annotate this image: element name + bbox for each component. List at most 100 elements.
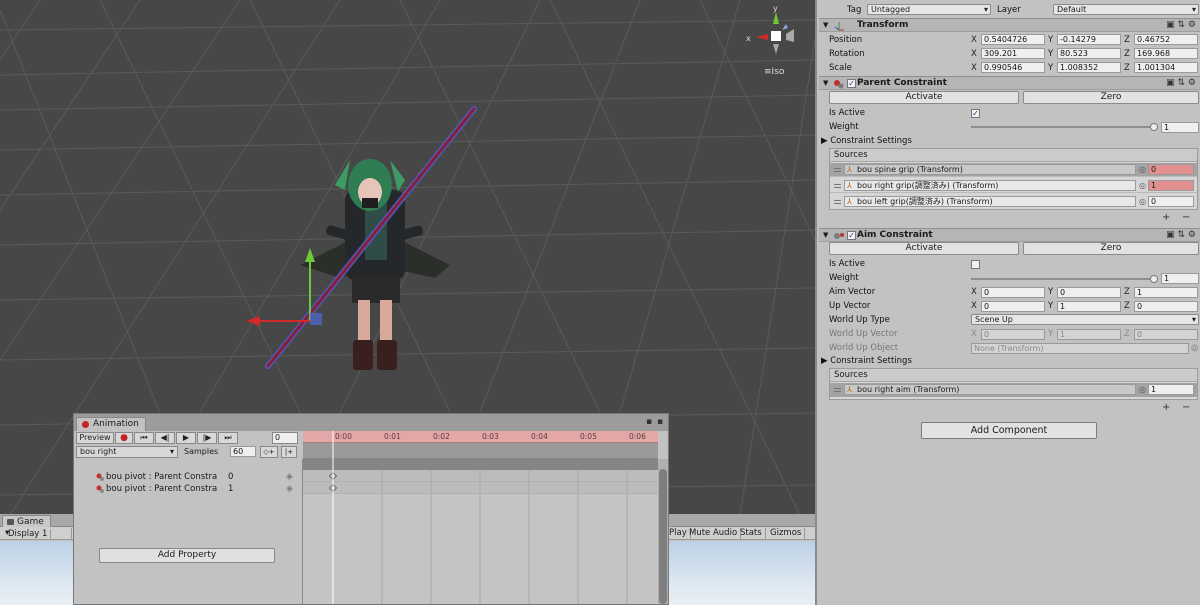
scale-x-field[interactable]: 0.990546 (981, 62, 1045, 73)
add-property-button[interactable]: Add Property (99, 548, 275, 563)
aim-is-active-checkbox[interactable] (971, 260, 980, 269)
display-dropdown[interactable]: Display 1 ▾ (2, 528, 72, 540)
position-z-field[interactable]: 0.46752 (1134, 34, 1198, 45)
time-ruler[interactable]: 0:00 0:01 0:02 0:03 0:04 0:05 0:06 (303, 431, 658, 443)
source-row[interactable]: bou right aim (Transform) ◎ 1 (830, 383, 1197, 397)
drag-handle-icon[interactable] (834, 184, 841, 188)
transform-header[interactable]: ▼ Transform ▣ ⇅ ⚙ (819, 18, 1200, 32)
event-lane[interactable] (303, 443, 658, 458)
aim-remove-source-icon[interactable]: − (1182, 402, 1190, 413)
gizmo-x-cone[interactable] (756, 34, 768, 40)
animation-window[interactable]: Animation ▪ ▪ Preview ● ⏮ ◀| ▶ |▶ ⏭ 0 bo… (73, 413, 669, 605)
samples-field[interactable]: 60 (230, 446, 256, 457)
summary-lane[interactable] (303, 458, 658, 470)
source-weight-field[interactable]: 1 (1148, 180, 1194, 191)
weight-slider-knob[interactable] (1150, 123, 1158, 131)
up-vector-x-field[interactable]: 0 (981, 301, 1045, 312)
gizmo-neg-y-cone[interactable] (773, 44, 779, 54)
up-vector-z-field[interactable]: 0 (1134, 301, 1198, 312)
gizmo-z-cone[interactable] (782, 24, 788, 30)
keyframe-area[interactable] (303, 470, 658, 604)
orientation-gizmo[interactable]: y x (742, 4, 802, 62)
staff[interactable] (266, 107, 476, 368)
inspector-panel[interactable]: Tag Untagged Layer Default ▼ Transform ▣… (815, 0, 1200, 605)
aim-constraint-settings-foldout[interactable]: ▶ Constraint Settings (821, 355, 912, 367)
toolbar-mute-audio[interactable]: Mute Audio (686, 528, 742, 539)
source-object-field[interactable]: bou spine grip (Transform) (844, 164, 1136, 175)
rotation-y-field[interactable]: 80.523 (1057, 48, 1121, 59)
aim-add-source-icon[interactable]: + (1162, 402, 1170, 413)
play-icon[interactable]: ▶ (176, 432, 196, 444)
add-source-icon[interactable]: + (1162, 212, 1170, 223)
add-component-button[interactable]: Add Component (921, 422, 1097, 439)
expand-triangle-icon[interactable]: ▼ (823, 77, 828, 90)
rotation-x-field[interactable]: 309.201 (981, 48, 1045, 59)
zero-button[interactable]: Zero (1023, 91, 1199, 104)
remove-source-icon[interactable]: − (1182, 212, 1190, 223)
move-arrow-x-icon[interactable] (246, 316, 260, 326)
keyframe-diamond-icon[interactable]: ◈ (286, 483, 293, 495)
scene-character[interactable] (240, 100, 500, 390)
source-object-field[interactable]: bou right aim (Transform) (844, 384, 1136, 395)
scrollbar-thumb[interactable] (659, 469, 667, 604)
expand-triangle-icon[interactable]: ▼ (823, 229, 828, 242)
toolbar-gizmos[interactable]: Gizmos (767, 528, 806, 539)
object-picker-icon[interactable]: ◎ (1139, 385, 1146, 394)
gizmo-y-cone[interactable] (773, 12, 779, 24)
weight-slider-track[interactable] (971, 126, 1153, 128)
keyframe-diamond-icon[interactable]: ◈ (286, 471, 293, 483)
source-weight-field[interactable]: 0 (1148, 164, 1194, 175)
window-menu-icon[interactable]: ▪ (646, 417, 652, 427)
aim-weight-slider-track[interactable] (971, 278, 1153, 280)
record-button[interactable]: ● (115, 432, 133, 444)
aim-weight-slider-knob[interactable] (1150, 275, 1158, 283)
next-key-icon[interactable]: |▶ (197, 432, 217, 444)
add-keyframe-icon[interactable]: ◇+ (260, 446, 278, 458)
position-y-field[interactable]: -0.14279 (1057, 34, 1121, 45)
weight-field[interactable]: 1 (1161, 122, 1199, 133)
object-picker-icon[interactable]: ◎ (1139, 197, 1146, 206)
frame-field[interactable]: 0 (272, 432, 298, 444)
aim-zero-button[interactable]: Zero (1023, 242, 1199, 255)
move-plane-handle[interactable] (310, 313, 322, 325)
tab-animation[interactable]: Animation (76, 417, 146, 431)
component-menu-icon[interactable]: ▣ ⇅ ⚙ (1166, 20, 1196, 30)
move-arrow-y-icon[interactable] (305, 248, 315, 262)
preview-button[interactable]: Preview (76, 432, 114, 444)
aim-vector-z-field[interactable]: 1 (1134, 287, 1198, 298)
tag-dropdown[interactable]: Untagged (867, 4, 991, 15)
component-menu-icon[interactable]: ▣ ⇅ ⚙ (1166, 78, 1196, 88)
window-close-icon[interactable]: ▪ (657, 417, 663, 427)
activate-button[interactable]: Activate (829, 91, 1019, 104)
aim-activate-button[interactable]: Activate (829, 242, 1019, 255)
constraint-settings-foldout[interactable]: ▶ Constraint Settings (821, 135, 912, 147)
gizmo-neg-x-cone[interactable] (786, 29, 794, 42)
is-active-checkbox[interactable]: ✓ (971, 109, 980, 118)
drag-handle-icon[interactable] (834, 168, 841, 172)
add-event-icon[interactable]: |+ (281, 446, 297, 458)
up-vector-y-field[interactable]: 1 (1057, 301, 1121, 312)
component-menu-icon[interactable]: ▣ ⇅ ⚙ (1166, 230, 1196, 240)
last-key-icon[interactable]: ⏭ (218, 432, 238, 444)
aim-constraint-header[interactable]: ▼ ✓ Aim Constraint ▣ ⇅ ⚙ (819, 228, 1200, 242)
prev-key-icon[interactable]: ◀| (155, 432, 175, 444)
dopesheet[interactable]: 0:00 0:01 0:02 0:03 0:04 0:05 0:06 (303, 431, 658, 604)
source-row[interactable]: bou right grip(調整済み) (Transform) ◎ 1 (830, 179, 1197, 193)
source-weight-field[interactable]: 1 (1148, 384, 1194, 395)
object-picker-icon[interactable]: ◎ (1139, 181, 1146, 190)
source-row[interactable]: bou spine grip (Transform) ◎ 0 (830, 163, 1197, 177)
list-item[interactable]: bou pivot : Parent Constra 0 ◈ (74, 471, 303, 483)
rotation-z-field[interactable]: 169.968 (1134, 48, 1198, 59)
projection-label[interactable]: ≡Iso (764, 67, 784, 77)
position-x-field[interactable]: 0.5404726 (981, 34, 1045, 45)
source-object-field[interactable]: bou left grip(調整済み) (Transform) (844, 196, 1136, 207)
gizmo-center-cube[interactable] (771, 31, 781, 41)
layer-dropdown[interactable]: Default (1053, 4, 1199, 15)
drag-handle-icon[interactable] (834, 200, 841, 204)
parent-constraint-enabled-checkbox[interactable]: ✓ (847, 79, 856, 88)
clip-dropdown[interactable]: bou right ▾ (76, 446, 178, 458)
timeline-scrollbar[interactable] (658, 459, 668, 604)
scale-y-field[interactable]: 1.008352 (1057, 62, 1121, 73)
property-value[interactable]: 0 (228, 471, 233, 483)
aim-weight-field[interactable]: 1 (1161, 273, 1199, 284)
